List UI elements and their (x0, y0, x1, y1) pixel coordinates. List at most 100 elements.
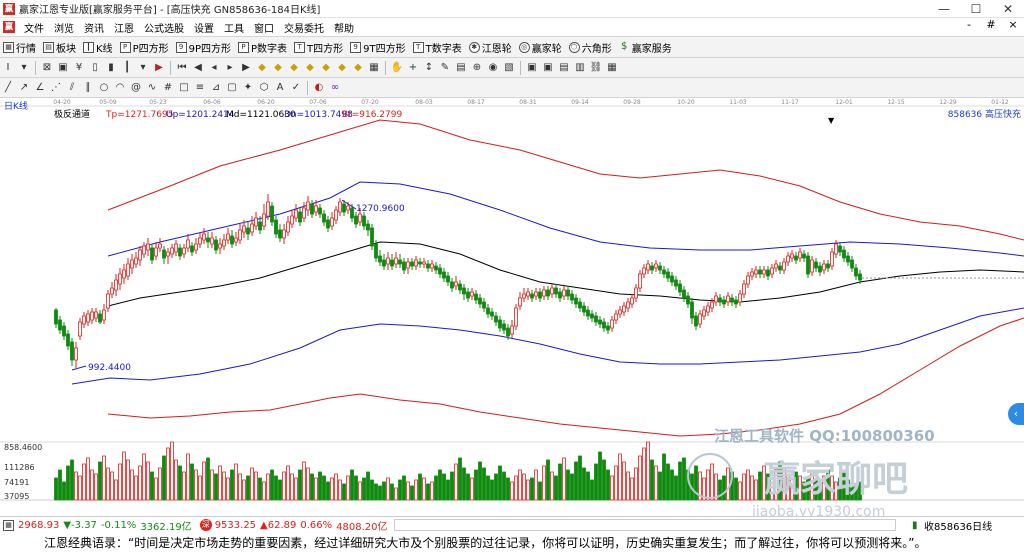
menu-trade[interactable]: 交易委托 (279, 20, 329, 35)
angle-tool-icon[interactable]: ∠ (34, 82, 46, 94)
kline-chart-panel[interactable]: 04-20 05-09 05-23 06-06 06-20 07-06 07-20 08-03… (0, 98, 1024, 520)
color-tool-icon[interactable]: ◐ (313, 82, 325, 94)
minimize-button[interactable]: — (928, 0, 960, 17)
mark-tool-icon[interactable]: ✓ (290, 82, 302, 94)
volume-bar (254, 471, 258, 501)
wave-tool-icon[interactable]: ∿ (146, 82, 158, 94)
ray-tool-icon[interactable]: ↗ (18, 82, 30, 94)
maximize-button[interactable]: ☐ (960, 0, 992, 17)
link-icon[interactable]: ⛓ (590, 62, 603, 74)
toolbar-p-square-button[interactable]: P P四方形 (117, 38, 173, 56)
spiral-tool-icon[interactable]: @ (130, 82, 142, 94)
candle-body (690, 301, 694, 319)
menu-gann[interactable]: 江恩 (109, 20, 139, 35)
menu-settings[interactable]: 设置 (189, 20, 219, 35)
toolbar-kline-button[interactable]: ┃ K线 (80, 38, 117, 56)
diamond-icon[interactable]: ◆ (320, 62, 332, 74)
pencil-icon[interactable]: ✎ (439, 62, 451, 74)
menu-window[interactable]: 窗口 (249, 20, 279, 35)
candle-dropdown-icon[interactable]: ▾ (137, 62, 149, 74)
toolbar-gann-wheel-button[interactable]: ✱ 江恩轮 (466, 38, 516, 56)
kline-chart[interactable]: 04-20 05-09 05-23 06-06 06-20 07-06 07-20 08-03… (0, 98, 1024, 520)
menu-news[interactable]: 资讯 (79, 20, 109, 35)
szse-icon[interactable]: 深 (199, 519, 212, 531)
pointer-icon[interactable]: ↕ (423, 62, 435, 74)
toolbar-t-table-button[interactable]: T T数字表 (410, 38, 466, 56)
toolbar-blocks-button[interactable]: ▤ 板块 (40, 38, 80, 56)
calculator-icon[interactable]: ▣ (57, 62, 69, 74)
hand-icon[interactable]: ✋ (391, 62, 403, 74)
arc-tool-icon[interactable]: ◠ (114, 82, 126, 94)
mdi-close-button[interactable]: × (1002, 18, 1024, 31)
menu-tools[interactable]: 工具 (219, 20, 249, 35)
next-icon[interactable]: ▶ (240, 62, 252, 74)
toolbar-quotes-button[interactable]: ▦ 行情 (0, 38, 40, 56)
diamond-icon[interactable]: ◆ (304, 62, 316, 74)
star-tool-icon[interactable]: ✦ (242, 82, 254, 94)
market-icon[interactable]: ▦ (3, 519, 14, 531)
price-icon[interactable]: ¥ (73, 62, 85, 74)
toolbar-hexagon-button[interactable]: ⬡ 六角形 (566, 38, 616, 56)
diamond-icon[interactable]: ◆ (272, 62, 284, 74)
status-scroll-track[interactable] (393, 519, 896, 531)
diamond-icon[interactable]: ◆ (256, 62, 268, 74)
clipboard-icon[interactable]: ▦ (606, 62, 618, 74)
gann-fan-icon[interactable]: ⊿ (210, 82, 222, 94)
grid-tool-icon[interactable]: # (162, 82, 174, 94)
circle-tool-icon[interactable]: ○ (98, 82, 110, 94)
toolbar-9p-square-button[interactable]: 9 9P四方形 (173, 38, 235, 56)
parallel-tool-icon[interactable]: ∥ (82, 82, 94, 94)
first-icon[interactable]: ⏮ (176, 62, 188, 74)
flag-icon[interactable]: ▶ (153, 62, 165, 74)
candle-body (682, 289, 686, 299)
export-icon[interactable]: ▥ (574, 62, 586, 74)
infinity-icon[interactable]: ∞ (329, 82, 341, 94)
side-expand-button[interactable]: ‹ (1008, 403, 1024, 425)
text-cursor-icon[interactable]: I (2, 62, 14, 74)
toolbar-9t-square-button[interactable]: 9 9T四方形 (347, 38, 409, 56)
candle-icon[interactable]: ┃ (121, 62, 133, 74)
plus-icon[interactable]: ⊕ (471, 62, 483, 74)
toolbar-p-table-button[interactable]: P P数字表 (235, 38, 291, 56)
hex-tool-icon[interactable]: ⬡ (258, 82, 270, 94)
diamond-icon[interactable]: ◆ (288, 62, 300, 74)
diamond-icon[interactable]: ◆ (352, 62, 364, 74)
menu-help[interactable]: 帮助 (329, 20, 359, 35)
square-tool-icon[interactable]: ▢ (226, 82, 238, 94)
image-icon[interactable]: ▧ (503, 62, 515, 74)
toolbar-t-square-button[interactable]: T T四方形 (291, 38, 347, 56)
dropdown-arrow-icon[interactable]: ▾ (18, 62, 30, 74)
forward-icon[interactable]: ▸ (224, 62, 236, 74)
candle-body (114, 279, 118, 291)
mdi-minimize-button[interactable]: - (958, 18, 980, 31)
toolbar-service-button[interactable]: $ 赢家服务 (616, 38, 676, 56)
fib-tool-icon[interactable]: ≡ (194, 82, 206, 94)
chart-icon[interactable]: ▤ (455, 62, 467, 74)
menu-browse[interactable]: 浏览 (49, 20, 79, 35)
save-as-icon[interactable]: ▣ (542, 62, 554, 74)
back-icon[interactable]: ◂ (208, 62, 220, 74)
menu-formula[interactable]: 公式选股 (139, 20, 189, 35)
close-button[interactable]: ✕ (992, 0, 1024, 17)
line-tool-icon[interactable]: ╱ (2, 82, 14, 94)
text-tool-icon[interactable]: A (274, 82, 286, 94)
toolbar-winner-wheel-button[interactable]: ◎ 赢家轮 (516, 38, 566, 56)
mdi-restore-button[interactable]: # (980, 18, 1002, 31)
channel-tool-icon[interactable]: ⫽ (66, 82, 78, 94)
print-icon[interactable]: ▤ (558, 62, 570, 74)
grid-tool-icon[interactable]: ▦ (368, 62, 380, 74)
save-icon[interactable]: ▣ (526, 62, 538, 74)
prev-icon[interactable]: ◀ (192, 62, 204, 74)
crosshair-icon[interactable]: + (407, 62, 419, 74)
volume-bar (398, 479, 402, 501)
menu-file[interactable]: 文件 (19, 20, 49, 35)
candle-body (70, 341, 74, 361)
target-icon[interactable]: ◉ (487, 62, 499, 74)
bars-icon[interactable]: ▮ (105, 62, 117, 74)
fan-tool-icon[interactable]: ⋰ (50, 82, 62, 94)
analysis-icon[interactable]: ⊠ (41, 62, 53, 74)
dropdown-marker-icon[interactable]: ▼ (828, 116, 835, 125)
diamond-icon[interactable]: ◆ (336, 62, 348, 74)
column-icon[interactable]: ▯ (89, 62, 101, 74)
box-tool-icon[interactable]: □ (178, 82, 190, 94)
